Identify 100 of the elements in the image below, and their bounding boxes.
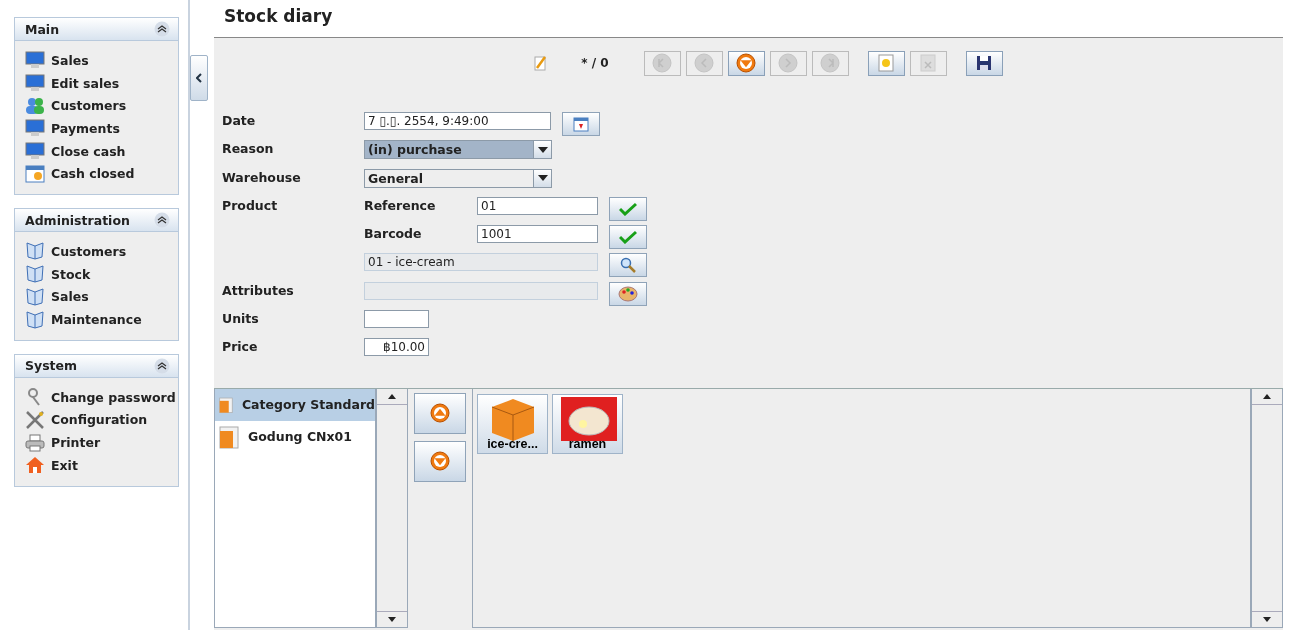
- check-button[interactable]: [609, 196, 647, 221]
- monitor-icon: [25, 142, 45, 161]
- sidebar-item-label: Cash closed: [51, 166, 135, 182]
- sidebar-item-label: Printer: [51, 435, 101, 451]
- sidebar-item[interactable]: Maintenance: [25, 308, 178, 331]
- sidebar-item[interactable]: Sales: [25, 285, 178, 309]
- sidebar-item-label: Sales: [51, 52, 89, 68]
- sidebar-item[interactable]: Exit: [25, 453, 178, 477]
- previous-icon: [694, 53, 715, 73]
- pencil-icon: [534, 55, 549, 71]
- scroll-up-icon[interactable]: [1263, 393, 1271, 399]
- product-tile[interactable]: ramen: [552, 393, 623, 454]
- sidebar-item-label: Payments: [51, 120, 120, 136]
- field-label: Reference: [364, 196, 437, 213]
- product-name-field: 01 - ice-cream: [364, 253, 598, 272]
- sidebar-item-label: Customers: [51, 98, 127, 114]
- page-title: Stock diary: [224, 6, 333, 26]
- book-icon: [25, 265, 45, 284]
- sidebar-item-label: Change password: [51, 389, 176, 405]
- product-label: ramen: [568, 436, 607, 453]
- price-field[interactable]: ฿10.00: [364, 338, 429, 357]
- sidebar-item[interactable]: Printer: [25, 431, 178, 454]
- collapse-sidebar-button[interactable]: [190, 55, 208, 101]
- down-button[interactable]: [414, 440, 466, 482]
- sidebar-item-label: Edit sales: [51, 75, 120, 91]
- panel-title: System: [25, 358, 78, 374]
- field-label: Date: [222, 112, 257, 128]
- category-item[interactable]: Category Standard: [215, 388, 375, 421]
- field-label: Price: [222, 338, 259, 355]
- house-icon: [25, 456, 45, 475]
- sidebar-item[interactable]: Configuration: [25, 408, 178, 432]
- calendar-icon: [573, 116, 589, 132]
- sidebar-item[interactable]: Cash closed: [25, 162, 178, 186]
- next-icon: [778, 53, 799, 73]
- collapse-icon[interactable]: [154, 357, 170, 374]
- scroll-down-icon[interactable]: [1263, 617, 1271, 622]
- sidebar-item[interactable]: Sales: [25, 49, 178, 72]
- palette-button[interactable]: [609, 281, 647, 306]
- sidebar-item[interactable]: Change password: [25, 385, 178, 409]
- first-icon: [652, 53, 673, 73]
- field-label: Product: [222, 196, 279, 213]
- scroll-down-icon[interactable]: [388, 617, 396, 622]
- sidebar-item-label: Stock: [51, 266, 91, 282]
- sidebar-item[interactable]: Stock: [25, 262, 178, 286]
- scroll-up-icon[interactable]: [388, 393, 396, 399]
- field-label: Warehouse: [222, 168, 302, 185]
- calendar-button[interactable]: [562, 112, 600, 136]
- sidebar-item[interactable]: Payments: [25, 117, 178, 140]
- warehouse-dropdown[interactable]: General: [364, 168, 552, 188]
- field-label: Attributes: [222, 281, 295, 298]
- toolbar-button[interactable]: [965, 50, 1003, 76]
- sidebar-item-label: Sales: [51, 289, 89, 305]
- book-icon: [25, 287, 45, 306]
- new-document-icon: [878, 54, 895, 72]
- monitor-icon: [25, 51, 45, 70]
- sidebar-item-label: Exit: [51, 457, 78, 473]
- product-label: ice-cre...: [487, 436, 538, 453]
- sidebar-item[interactable]: Close cash: [25, 139, 178, 163]
- book-icon: [25, 310, 45, 329]
- sidebar-item-label: Maintenance: [51, 312, 142, 328]
- dropdown-arrow-icon: [537, 146, 548, 153]
- last-icon: [820, 53, 841, 73]
- date-field[interactable]: 7 ▯.▯. 2554, 9:49:00: [364, 112, 551, 130]
- collapse-icon[interactable]: [154, 212, 170, 229]
- tools-icon: [25, 410, 45, 429]
- bowl-image: [561, 396, 617, 441]
- reference-field[interactable]: 01: [477, 196, 598, 215]
- check-button[interactable]: [609, 225, 647, 250]
- panel-title: Administration: [25, 212, 130, 228]
- sidebar-item-label: Configuration: [51, 412, 148, 428]
- field-label: Reason: [222, 140, 275, 157]
- sidebar-item[interactable]: Customers: [25, 240, 178, 263]
- up-button[interactable]: [414, 392, 466, 434]
- palette-icon: [618, 285, 638, 302]
- sidebar-item[interactable]: Edit sales: [25, 71, 178, 95]
- reason-dropdown[interactable]: (in) purchase: [364, 140, 552, 160]
- checkmark-icon: [619, 230, 637, 245]
- record-counter: * / 0: [581, 56, 609, 70]
- units-field[interactable]: [364, 310, 429, 329]
- people-icon: [25, 96, 45, 115]
- field-label: Barcode: [364, 225, 423, 242]
- printer-icon: [25, 433, 45, 452]
- category-label: Category Standard: [241, 397, 375, 413]
- search-icon: [620, 257, 636, 274]
- delete-document-icon: [920, 54, 937, 72]
- sidebar-item-label: Customers: [51, 243, 127, 259]
- sidebar-item[interactable]: Customers: [25, 94, 178, 118]
- field-label: Units: [222, 310, 260, 327]
- monitor-icon: [25, 74, 45, 93]
- collapse-icon[interactable]: [154, 21, 170, 37]
- chevron-left-icon: [196, 72, 202, 83]
- category-label: Godung CNx01: [248, 429, 352, 445]
- calendar-icon: [25, 164, 45, 183]
- barcode-field[interactable]: 1001: [477, 225, 598, 244]
- product-tile[interactable]: ice-cre...: [477, 393, 548, 454]
- monitor-icon: [25, 119, 45, 138]
- folder-icon: [219, 424, 239, 449]
- sidebar-item-label: Close cash: [51, 143, 126, 159]
- search-button[interactable]: [609, 253, 647, 278]
- checkmark-icon: [619, 201, 637, 216]
